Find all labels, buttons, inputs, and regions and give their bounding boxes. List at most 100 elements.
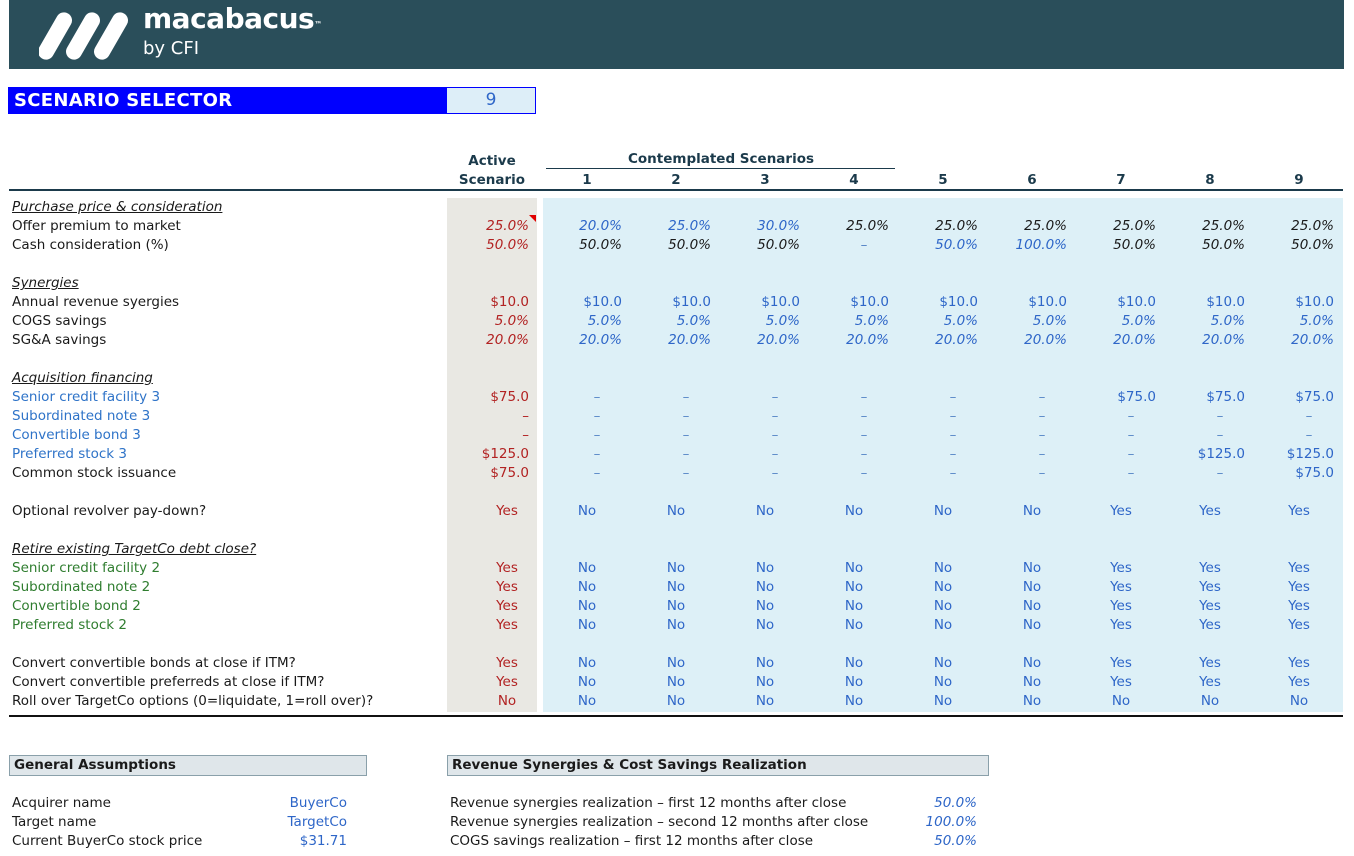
- scenario-2-cogs[interactable]: 5.0%: [631, 312, 711, 331]
- scenario-5-rollover[interactable]: No: [913, 692, 973, 711]
- scenario-8-cogs[interactable]: 5.0%: [1165, 312, 1245, 331]
- scenario-8-convprefs[interactable]: Yes: [1180, 673, 1240, 692]
- scenario-4-pref3[interactable]: –: [844, 445, 884, 464]
- scenario-7-convprefs[interactable]: Yes: [1091, 673, 1151, 692]
- scenario-6-rollover[interactable]: No: [1002, 692, 1062, 711]
- scenario-5-pref3[interactable]: –: [933, 445, 973, 464]
- scenario-9-rev[interactable]: $10.0: [1254, 293, 1334, 312]
- scenario-2-offer[interactable]: 25.0%: [631, 217, 711, 236]
- scenario-5-senior2[interactable]: No: [913, 559, 973, 578]
- scenario-4-rollover[interactable]: No: [824, 692, 884, 711]
- scenario-3-cash[interactable]: 50.0%: [720, 236, 800, 255]
- scenario-8-sub3[interactable]: –: [1200, 407, 1240, 426]
- scenario-4-conv3[interactable]: –: [844, 426, 884, 445]
- scenario-5-senior3[interactable]: –: [933, 388, 973, 407]
- scenario-1-pref3[interactable]: –: [577, 445, 617, 464]
- scenario-6-offer[interactable]: 25.0%: [987, 217, 1067, 236]
- scenario-9-convprefs[interactable]: Yes: [1269, 673, 1329, 692]
- scenario-1-convprefs[interactable]: No: [557, 673, 617, 692]
- scenario-1-cash[interactable]: 50.0%: [542, 236, 622, 255]
- scenario-2-pref2[interactable]: No: [646, 616, 706, 635]
- scenario-9-pref2[interactable]: Yes: [1269, 616, 1329, 635]
- scenario-9-conv2[interactable]: Yes: [1269, 597, 1329, 616]
- scenario-1-sub3[interactable]: –: [577, 407, 617, 426]
- rev-synergy-second-value[interactable]: 100.0%: [897, 813, 977, 832]
- scenario-7-senior2[interactable]: Yes: [1091, 559, 1151, 578]
- scenario-6-conv3[interactable]: –: [1022, 426, 1062, 445]
- scenario-5-convprefs[interactable]: No: [913, 673, 973, 692]
- scenario-7-offer[interactable]: 25.0%: [1076, 217, 1156, 236]
- scenario-9-sub2[interactable]: Yes: [1269, 578, 1329, 597]
- scenario-3-sub2[interactable]: No: [735, 578, 795, 597]
- scenario-4-senior2[interactable]: No: [824, 559, 884, 578]
- scenario-7-cash[interactable]: 50.0%: [1076, 236, 1156, 255]
- scenario-8-rollover[interactable]: No: [1180, 692, 1240, 711]
- scenario-8-pref2[interactable]: Yes: [1180, 616, 1240, 635]
- scenario-1-senior3[interactable]: –: [577, 388, 617, 407]
- acquirer-name-value[interactable]: BuyerCo: [267, 794, 347, 813]
- scenario-9-sga[interactable]: 20.0%: [1254, 331, 1334, 350]
- scenario-1-offer[interactable]: 20.0%: [542, 217, 622, 236]
- scenario-6-convprefs[interactable]: No: [1002, 673, 1062, 692]
- scenario-5-conv2[interactable]: No: [913, 597, 973, 616]
- scenario-4-conv2[interactable]: No: [824, 597, 884, 616]
- scenario-4-rev[interactable]: $10.0: [809, 293, 889, 312]
- scenario-2-cash[interactable]: 50.0%: [631, 236, 711, 255]
- scenario-5-revolver[interactable]: No: [913, 502, 973, 521]
- scenario-6-common[interactable]: –: [1022, 464, 1062, 483]
- scenario-4-convbonds[interactable]: No: [824, 654, 884, 673]
- scenario-3-offer[interactable]: 30.0%: [720, 217, 800, 236]
- scenario-6-sub2[interactable]: No: [1002, 578, 1062, 597]
- scenario-4-sga[interactable]: 20.0%: [809, 331, 889, 350]
- scenario-1-rev[interactable]: $10.0: [542, 293, 622, 312]
- scenario-6-convbonds[interactable]: No: [1002, 654, 1062, 673]
- scenario-2-pref3[interactable]: –: [666, 445, 706, 464]
- scenario-9-cogs[interactable]: 5.0%: [1254, 312, 1334, 331]
- scenario-9-offer[interactable]: 25.0%: [1254, 217, 1334, 236]
- scenario-8-conv3[interactable]: –: [1200, 426, 1240, 445]
- scenario-6-conv2[interactable]: No: [1002, 597, 1062, 616]
- scenario-1-revolver[interactable]: No: [557, 502, 617, 521]
- scenario-5-cogs[interactable]: 5.0%: [898, 312, 978, 331]
- scenario-9-cash[interactable]: 50.0%: [1254, 236, 1334, 255]
- scenario-6-revolver[interactable]: No: [1002, 502, 1062, 521]
- scenario-7-sga[interactable]: 20.0%: [1076, 331, 1156, 350]
- scenario-3-conv2[interactable]: No: [735, 597, 795, 616]
- scenario-7-rev[interactable]: $10.0: [1076, 293, 1156, 312]
- target-name-value[interactable]: TargetCo: [267, 813, 347, 832]
- scenario-7-sub3[interactable]: –: [1111, 407, 1151, 426]
- scenario-5-rev[interactable]: $10.0: [898, 293, 978, 312]
- scenario-9-senior3[interactable]: $75.0: [1254, 388, 1334, 407]
- scenario-2-revolver[interactable]: No: [646, 502, 706, 521]
- scenario-5-cash[interactable]: 50.0%: [898, 236, 978, 255]
- scenario-8-sga[interactable]: 20.0%: [1165, 331, 1245, 350]
- scenario-7-convbonds[interactable]: Yes: [1091, 654, 1151, 673]
- scenario-3-pref3[interactable]: –: [755, 445, 795, 464]
- scenario-2-common[interactable]: –: [666, 464, 706, 483]
- scenario-2-sub3[interactable]: –: [666, 407, 706, 426]
- scenario-3-rev[interactable]: $10.0: [720, 293, 800, 312]
- scenario-selector-input[interactable]: 9: [446, 87, 536, 114]
- scenario-7-pref3[interactable]: –: [1111, 445, 1151, 464]
- scenario-2-sga[interactable]: 20.0%: [631, 331, 711, 350]
- scenario-5-offer[interactable]: 25.0%: [898, 217, 978, 236]
- scenario-5-common[interactable]: –: [933, 464, 973, 483]
- scenario-9-conv3[interactable]: –: [1289, 426, 1329, 445]
- scenario-6-cogs[interactable]: 5.0%: [987, 312, 1067, 331]
- scenario-3-sub3[interactable]: –: [755, 407, 795, 426]
- scenario-7-common[interactable]: –: [1111, 464, 1151, 483]
- scenario-2-rev[interactable]: $10.0: [631, 293, 711, 312]
- scenario-5-sub2[interactable]: No: [913, 578, 973, 597]
- scenario-1-conv2[interactable]: No: [557, 597, 617, 616]
- cogs-first-value[interactable]: 50.0%: [897, 832, 977, 851]
- scenario-8-rev[interactable]: $10.0: [1165, 293, 1245, 312]
- scenario-7-conv3[interactable]: –: [1111, 426, 1151, 445]
- scenario-9-pref3[interactable]: $125.0: [1254, 445, 1334, 464]
- scenario-4-sub3[interactable]: –: [844, 407, 884, 426]
- scenario-6-sub3[interactable]: –: [1022, 407, 1062, 426]
- scenario-5-conv3[interactable]: –: [933, 426, 973, 445]
- scenario-8-pref3[interactable]: $125.0: [1165, 445, 1245, 464]
- scenario-7-conv2[interactable]: Yes: [1091, 597, 1151, 616]
- scenario-9-common[interactable]: $75.0: [1254, 464, 1334, 483]
- scenario-3-common[interactable]: –: [755, 464, 795, 483]
